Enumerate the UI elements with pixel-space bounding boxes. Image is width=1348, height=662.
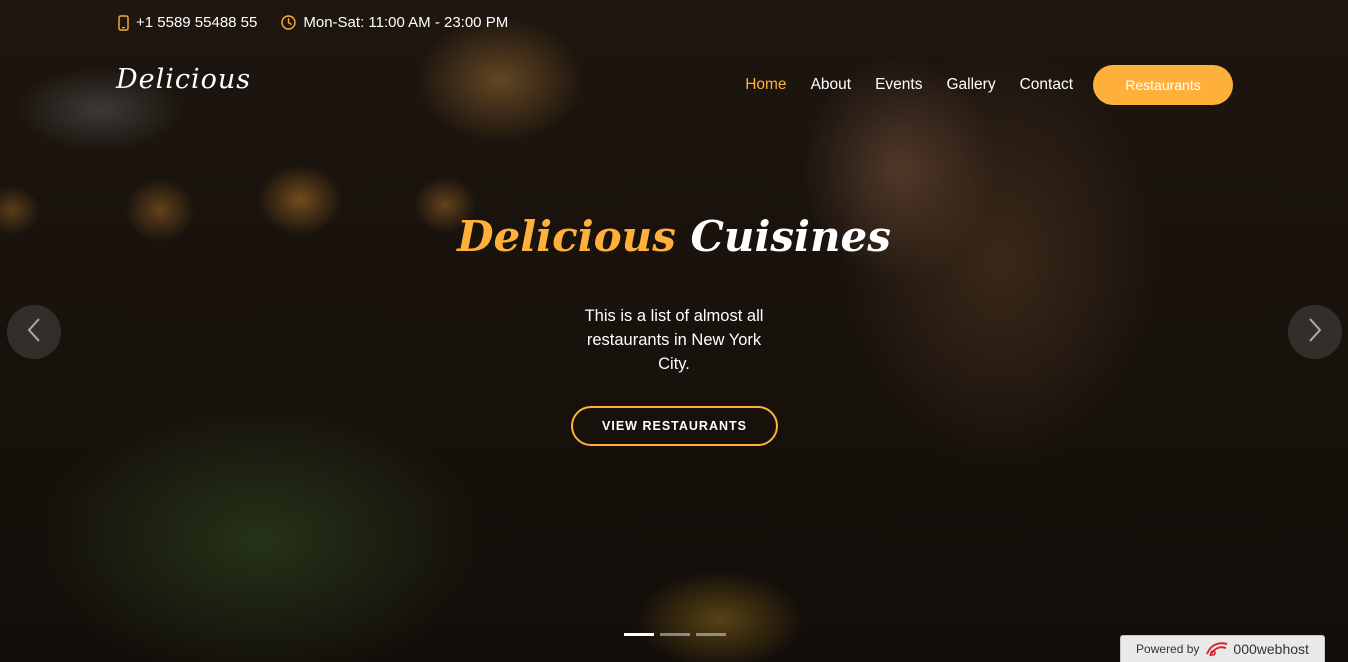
carousel-next-button[interactable] bbox=[1288, 305, 1342, 359]
hours-text: Mon-Sat: 11:00 AM - 23:00 PM bbox=[303, 14, 509, 31]
site-logo[interactable]: Delicious bbox=[116, 64, 251, 95]
chevron-right-icon bbox=[1307, 317, 1323, 347]
phone-icon bbox=[118, 14, 129, 31]
clock-icon bbox=[281, 15, 297, 30]
hero-title: Delicious Cuisines bbox=[0, 212, 1348, 261]
hero-description: This is a list of almost all restaurants… bbox=[584, 307, 764, 373]
nav-events[interactable]: Events bbox=[875, 76, 922, 94]
hero-title-rest: Cuisines bbox=[690, 212, 891, 261]
powered-by-badge[interactable]: Powered by 000webhost bbox=[1120, 635, 1325, 662]
hours-info: Mon-Sat: 11:00 AM - 23:00 PM bbox=[281, 14, 508, 31]
top-bar: +1 5589 55488 55 Mon-Sat: 11:00 AM - 23:… bbox=[118, 14, 532, 31]
carousel-indicator[interactable] bbox=[624, 633, 654, 636]
carousel-prev-button[interactable] bbox=[7, 305, 61, 359]
powered-by-brand: 000webhost bbox=[1233, 641, 1309, 657]
nav-contact[interactable]: Contact bbox=[1020, 76, 1073, 94]
main-nav: Home About Events Gallery Contact Restau… bbox=[721, 65, 1233, 105]
powered-by-label: Powered by bbox=[1136, 642, 1200, 656]
nav-about[interactable]: About bbox=[811, 76, 852, 94]
restaurants-button[interactable]: Restaurants bbox=[1093, 65, 1233, 105]
phone-text: +1 5589 55488 55 bbox=[136, 14, 258, 31]
carousel-indicator[interactable] bbox=[696, 633, 726, 636]
carousel-indicators bbox=[624, 633, 732, 636]
hero-title-accent: Delicious bbox=[457, 212, 676, 261]
webhost-logo-icon bbox=[1205, 640, 1229, 658]
chevron-left-icon bbox=[26, 317, 42, 347]
nav-gallery[interactable]: Gallery bbox=[946, 76, 995, 94]
carousel-indicator[interactable] bbox=[660, 633, 690, 636]
nav-home[interactable]: Home bbox=[745, 76, 786, 94]
phone-info: +1 5589 55488 55 bbox=[118, 14, 257, 31]
view-restaurants-button[interactable]: VIEW RESTAURANTS bbox=[571, 406, 778, 446]
